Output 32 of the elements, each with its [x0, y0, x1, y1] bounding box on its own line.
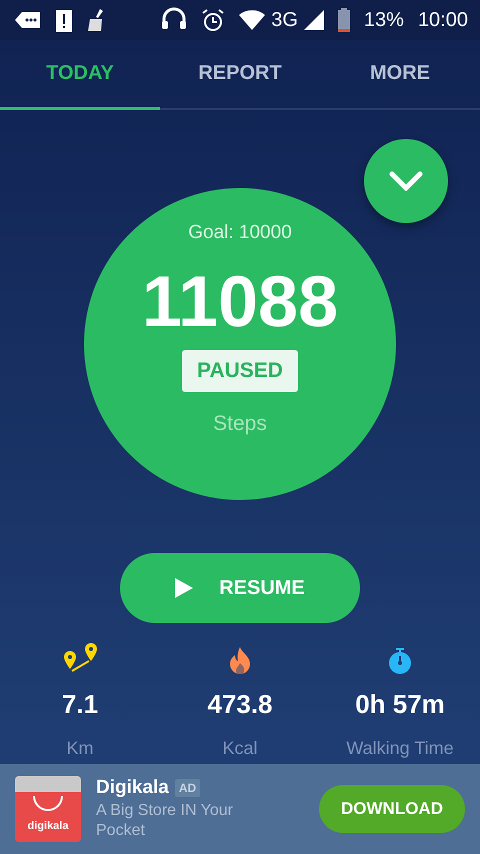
- flame-icon: [228, 647, 252, 675]
- stat-value: 0h 57m: [355, 689, 445, 720]
- ad-title: Digikala: [96, 777, 169, 799]
- tab[interactable]: TODAY: [0, 40, 160, 110]
- ad-badge: AD: [174, 779, 200, 797]
- stat-label: Km: [66, 738, 94, 759]
- goal-label: Goal: 10000: [188, 222, 292, 244]
- status-label: PAUSED: [182, 350, 298, 392]
- alarm-clock-icon: [201, 8, 226, 32]
- step-count: 11088: [142, 262, 338, 342]
- steps-label: Steps: [213, 412, 267, 436]
- stat-label: Walking Time: [346, 738, 454, 759]
- network-type: 3G: [271, 8, 298, 32]
- battery-icon: [338, 8, 350, 32]
- clock-time: 10:00: [418, 8, 468, 32]
- stopwatch-icon: [388, 648, 412, 674]
- tab[interactable]: MORE: [320, 40, 480, 110]
- broom-icon: [86, 9, 106, 31]
- signal-icon: [304, 10, 324, 30]
- battery-percent: 13%: [364, 8, 404, 32]
- chevron-down-icon: [389, 171, 423, 191]
- stat-label: Kcal: [222, 738, 258, 759]
- play-icon: [175, 578, 194, 598]
- tab[interactable]: REPORT: [160, 40, 320, 110]
- stat-value: 473.8: [207, 689, 273, 720]
- logo-text: digikala: [28, 820, 68, 832]
- stat-value: 7.1: [62, 689, 98, 720]
- wifi-icon: [239, 10, 266, 30]
- logo-band: [15, 776, 81, 792]
- message-icon: [14, 10, 42, 30]
- ad-description: A Big Store IN Your Pocket: [96, 801, 234, 841]
- alert-icon: [56, 8, 72, 32]
